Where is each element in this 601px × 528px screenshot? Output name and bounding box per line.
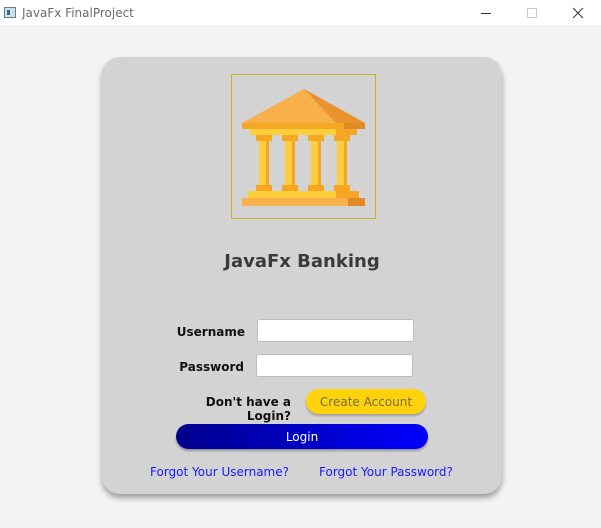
minimize-button[interactable] xyxy=(463,0,509,25)
login-card: JavaFx Banking Username Password Don't h… xyxy=(102,57,502,494)
maximize-icon xyxy=(527,7,537,18)
create-account-label: Create Account xyxy=(319,394,413,409)
password-input[interactable] xyxy=(256,354,413,377)
app-heading: JavaFx Banking xyxy=(224,251,380,272)
bank-building-icon xyxy=(242,89,365,206)
title-bar[interactable]: JavaFx FinalProject xyxy=(0,0,601,25)
no-login-prompt: Don't have a Login? xyxy=(205,395,291,423)
logo-frame xyxy=(231,74,376,219)
forgot-password-link[interactable]: Forgot Your Password? xyxy=(319,465,453,479)
app-window: JavaFx FinalProject JavaFx Banking Usern… xyxy=(0,0,601,528)
close-icon xyxy=(572,7,584,18)
window-controls xyxy=(463,0,601,25)
close-button[interactable] xyxy=(555,0,601,25)
password-label: Password xyxy=(179,360,244,374)
minimize-icon xyxy=(481,12,491,14)
create-account-button[interactable]: Create Account xyxy=(306,389,426,414)
login-button[interactable]: Login xyxy=(176,424,428,449)
login-label: Login xyxy=(285,429,319,444)
window-title: JavaFx FinalProject xyxy=(22,5,134,20)
maximize-button[interactable] xyxy=(509,0,555,25)
java-app-icon xyxy=(4,7,16,18)
forgot-username-link[interactable]: Forgot Your Username? xyxy=(150,465,289,479)
username-input[interactable] xyxy=(257,319,414,342)
username-label: Username xyxy=(176,325,245,339)
